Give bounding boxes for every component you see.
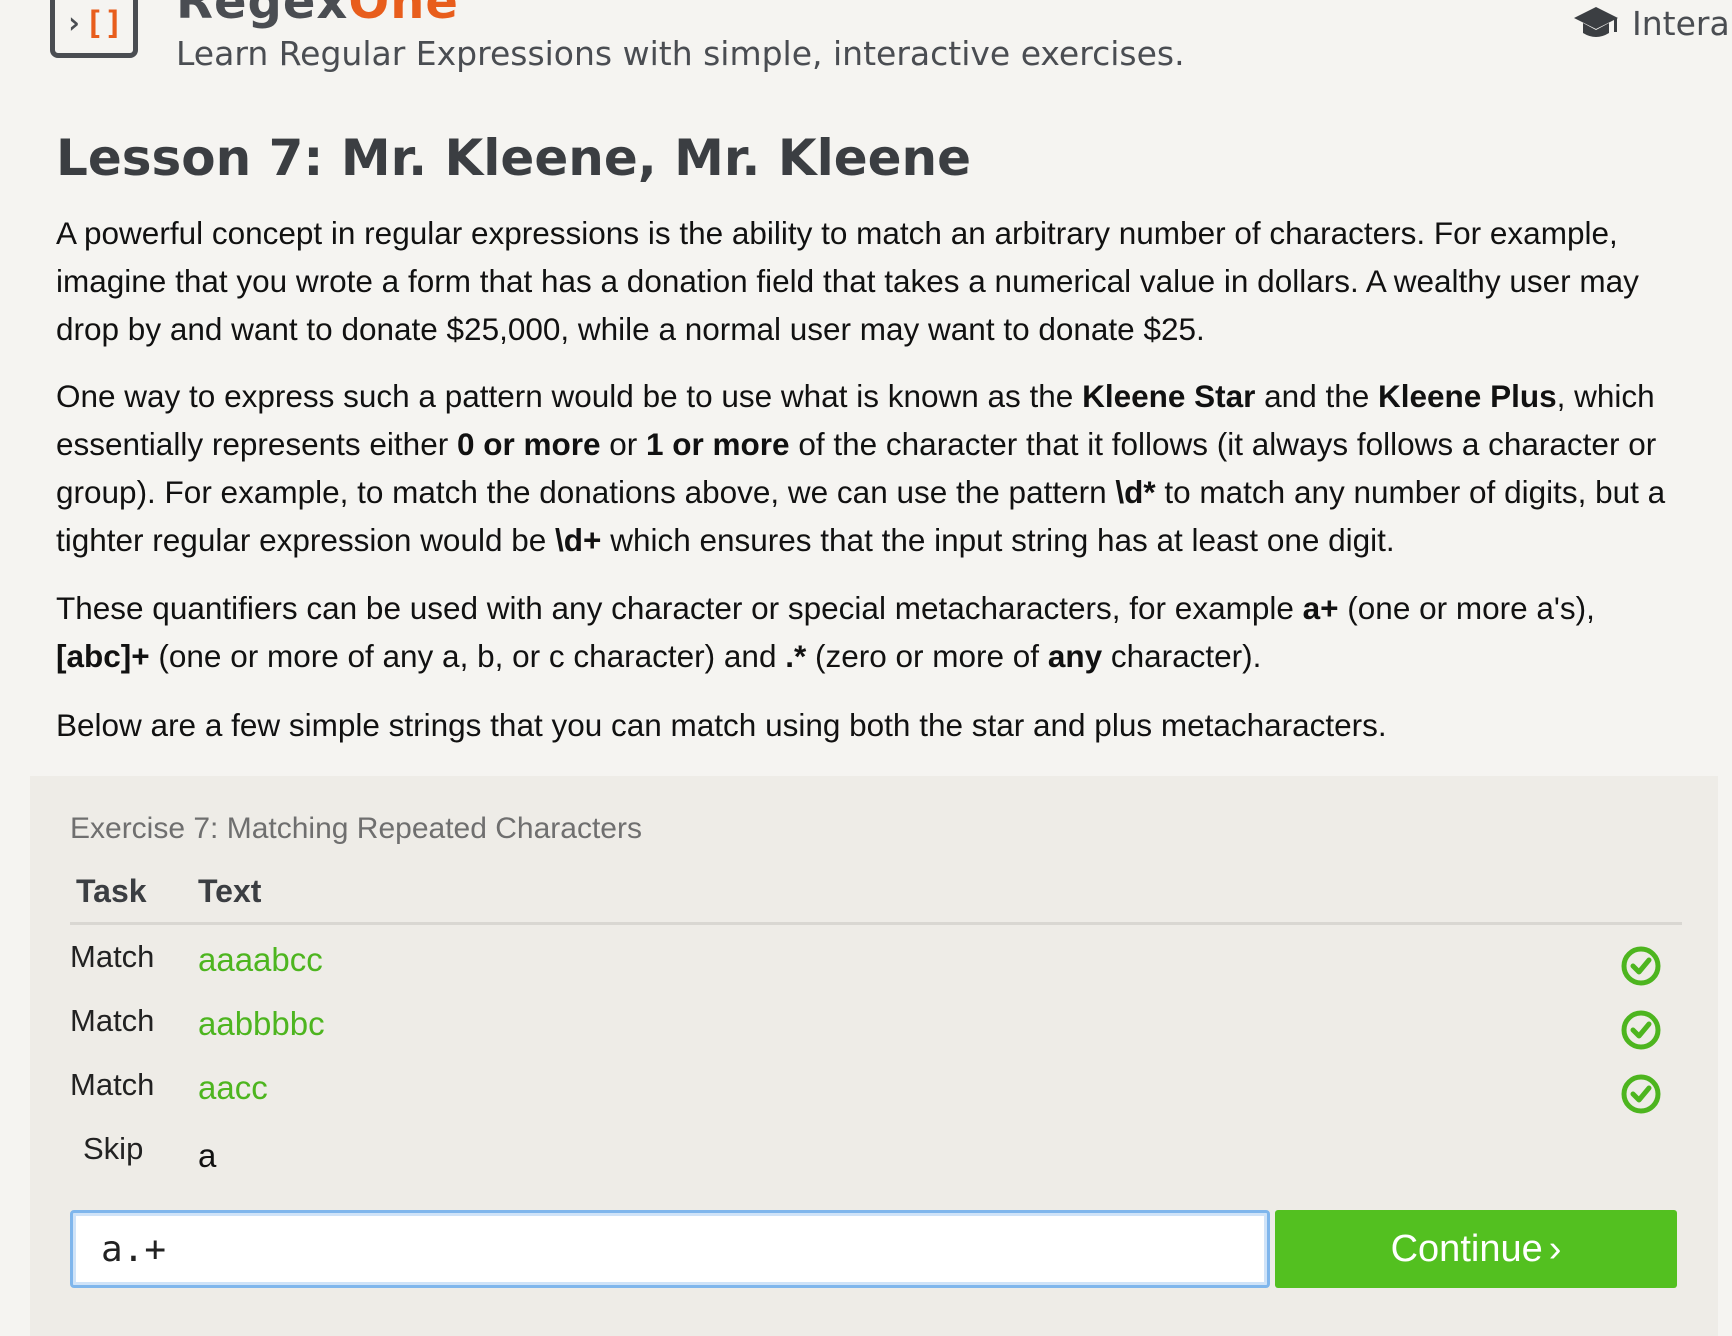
graduation-cap-icon [1572, 5, 1620, 43]
table-row: Match aacc [30, 1067, 1718, 1123]
tagline: Learn Regular Expressions with simple, i… [176, 34, 1185, 73]
column-header-text: Text [198, 873, 262, 909]
kleene-plus-term: Kleene Plus [1378, 378, 1557, 414]
continue-button[interactable]: Continue › [1275, 1210, 1677, 1288]
test-string: aacc [198, 1069, 268, 1106]
brand-name-part1: Regex [176, 0, 349, 30]
regexone-logo[interactable]: › [] [50, 0, 138, 58]
lesson-paragraph-2: One way to express such a pattern would … [56, 378, 1666, 558]
nav-label: Intera [1632, 4, 1730, 43]
table-row: Match aaaabcc [30, 939, 1718, 995]
test-string: a [198, 1137, 217, 1174]
task-label: Skip [83, 1131, 144, 1166]
table-row: Match aabbbbc [30, 1003, 1718, 1059]
pattern-d-plus: \d+ [555, 522, 602, 558]
check-circle-icon [1620, 1009, 1662, 1056]
brand-name-part2: One [348, 0, 459, 30]
column-header-task: Task [76, 873, 147, 909]
chevron-right-icon: › [1548, 1227, 1562, 1270]
brand-name[interactable]: RegexOne [176, 0, 459, 30]
test-string: aabbbbc [198, 1005, 325, 1042]
continue-label: Continue [1390, 1227, 1543, 1270]
test-string: aaaabcc [198, 941, 323, 978]
logo-brackets: [] [84, 4, 124, 42]
task-label: Match [70, 939, 155, 974]
kleene-star-term: Kleene Star [1082, 378, 1256, 414]
regex-input[interactable] [70, 1210, 1270, 1288]
header-divider [70, 922, 1682, 925]
task-label: Match [70, 1003, 155, 1038]
lesson-paragraph-3: These quantifiers can be used with any c… [56, 590, 1595, 674]
lesson-paragraph-4: Below are a few simple strings that you … [56, 707, 1387, 743]
logo-chevron: › [64, 5, 83, 41]
task-label: Match [70, 1067, 155, 1102]
exercise-title: Exercise 7: Matching Repeated Characters [70, 812, 642, 845]
nav-interactive-tutorial[interactable]: Intera [1572, 4, 1730, 43]
lesson-title: Lesson 7: Mr. Kleene, Mr. Kleene [56, 129, 972, 187]
check-circle-icon [1620, 945, 1662, 992]
check-circle-icon [1620, 1073, 1662, 1120]
exercise-panel: Exercise 7: Matching Repeated Characters… [30, 776, 1718, 1336]
lesson-paragraph-1: A powerful concept in regular expression… [56, 215, 1639, 347]
pattern-d-star: \d* [1115, 474, 1156, 510]
table-row: Skip a [30, 1131, 1718, 1187]
